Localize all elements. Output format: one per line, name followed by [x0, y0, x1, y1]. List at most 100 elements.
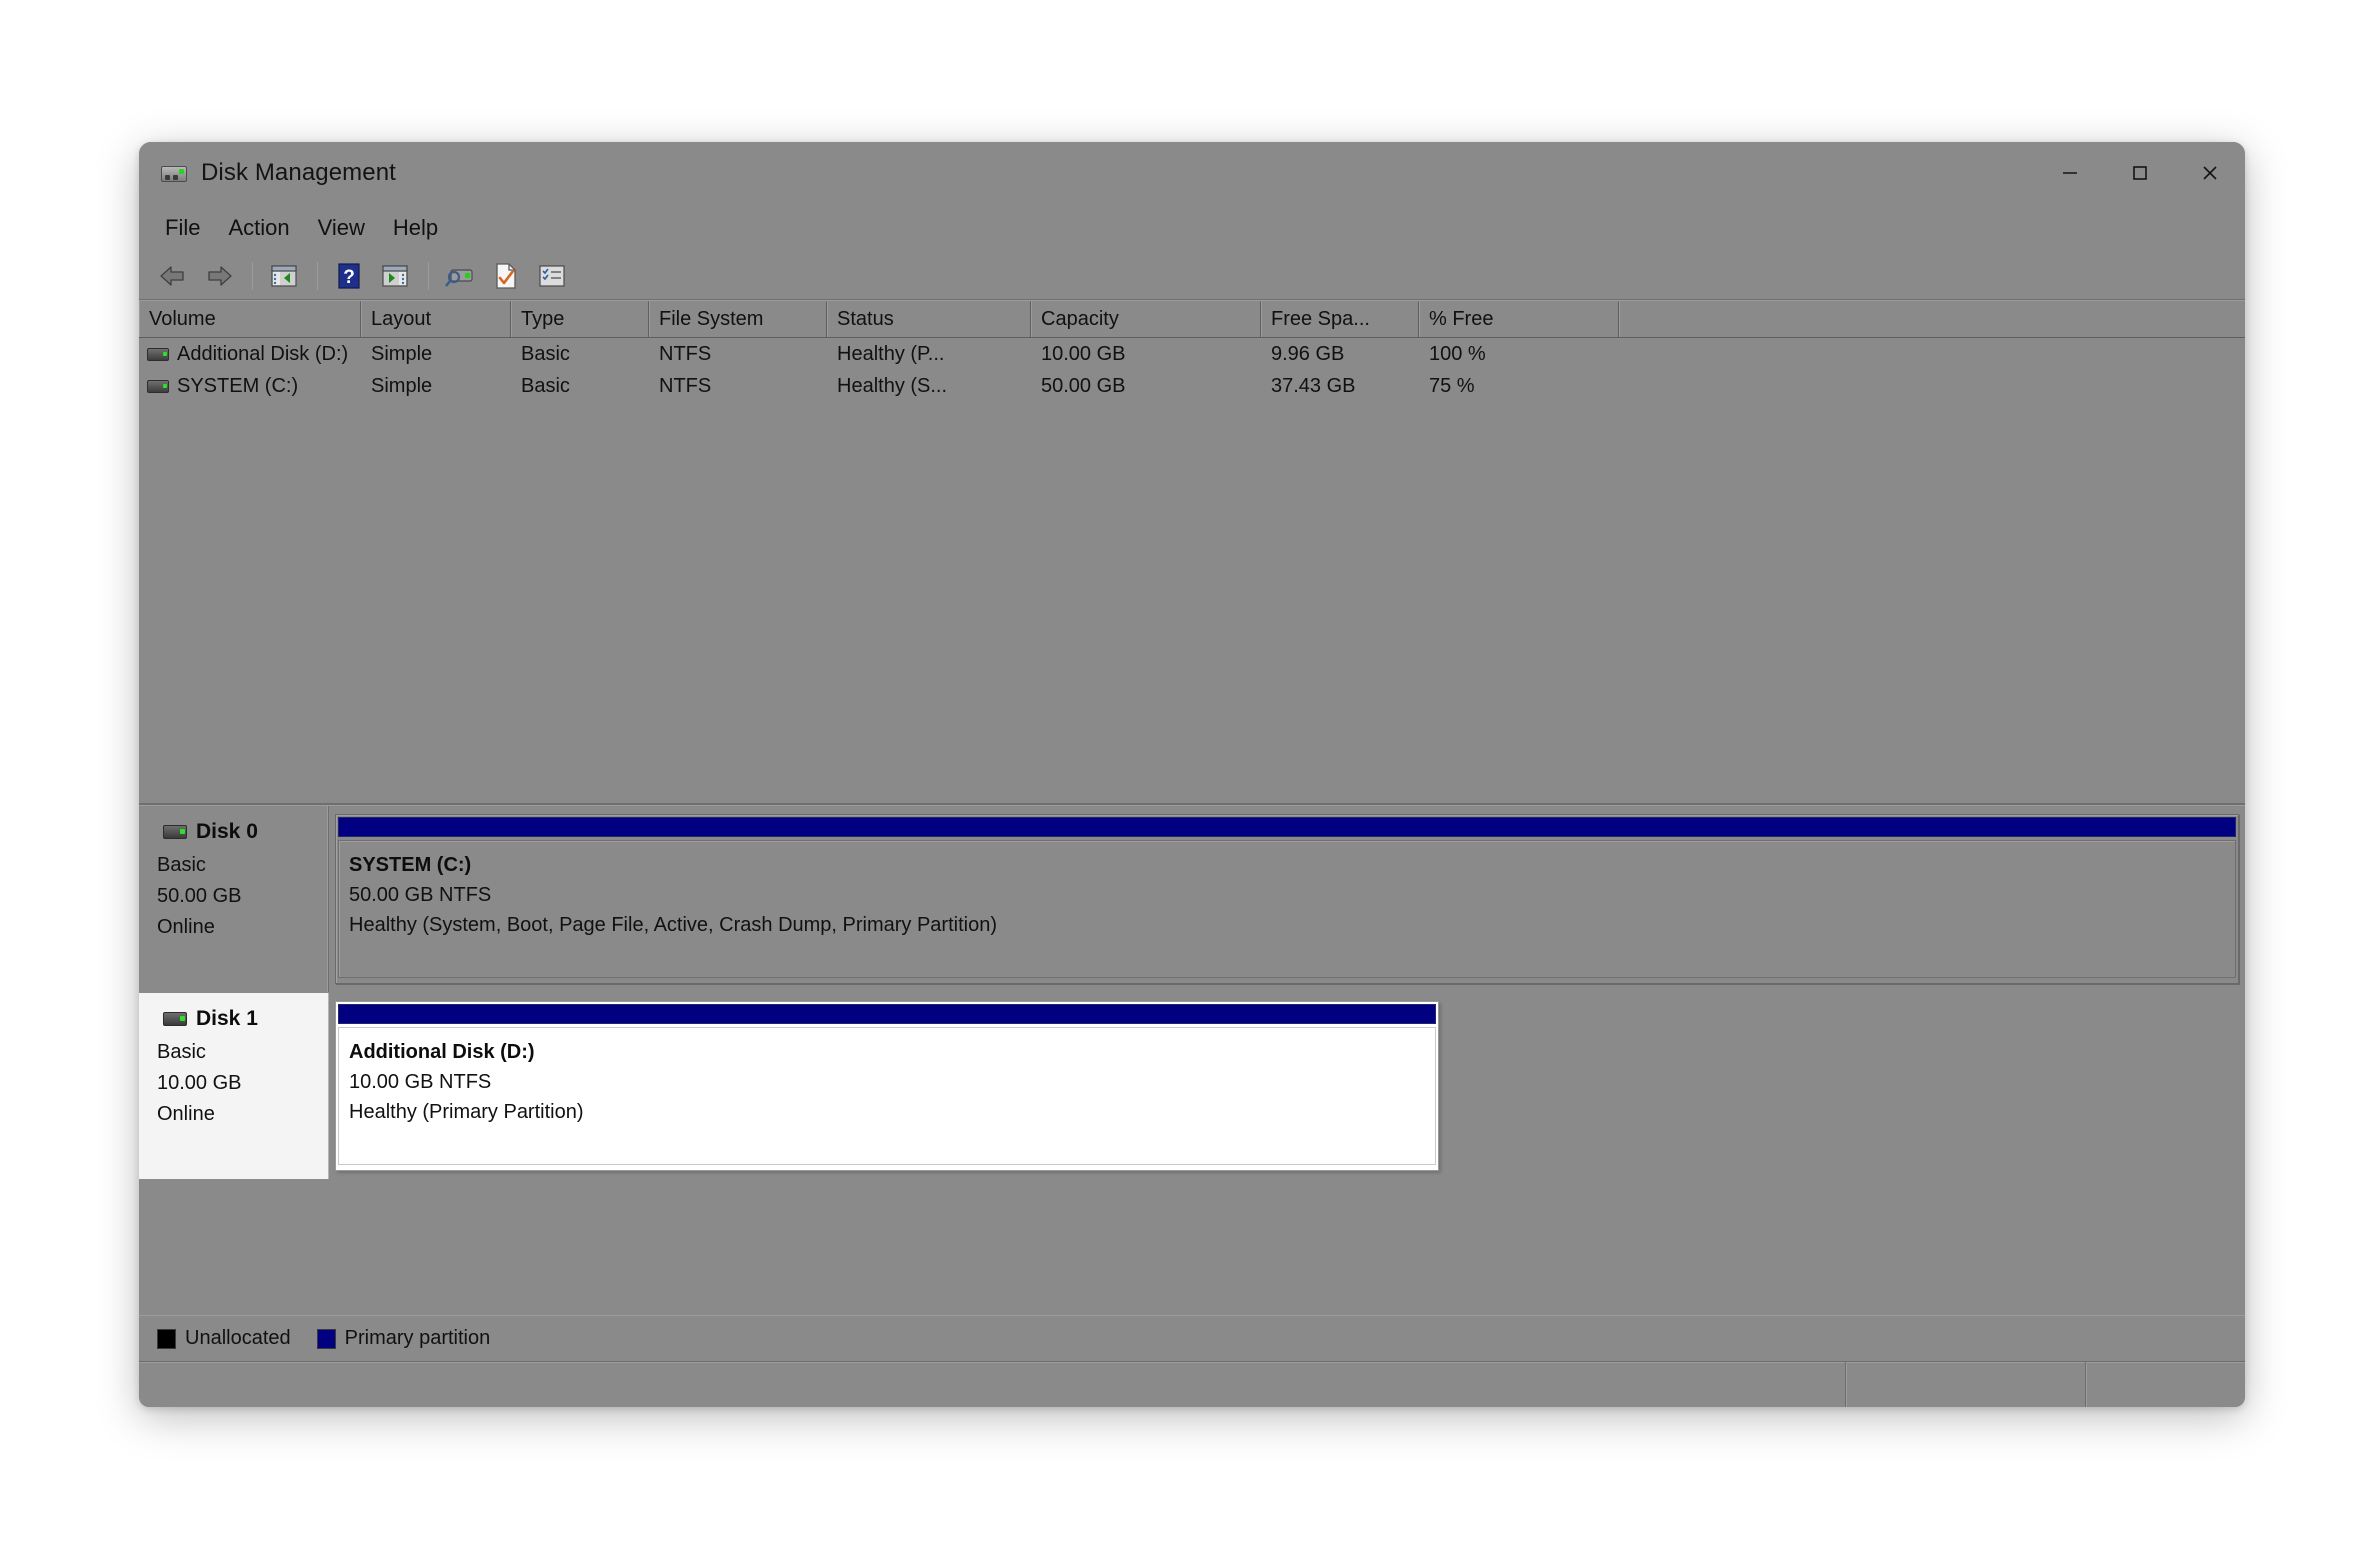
maximize-button[interactable] [2105, 142, 2175, 204]
status-bar-segment-2 [2085, 1362, 2245, 1407]
disk-row-1[interactable]: Disk 1 Basic 10.00 GB Online Additional … [139, 993, 2245, 1179]
window-controls [2035, 142, 2245, 204]
volume-list-headers: Volume Layout Type File System Status Ca… [139, 300, 2245, 338]
screen: Disk Management File Action View Help [0, 0, 2364, 1550]
graphical-view-pane: Disk 0 Basic 50.00 GB Online SYSTEM (C:)… [139, 805, 2245, 1361]
disk-1-partitions: Additional Disk (D:) 10.00 GB NTFS Healt… [329, 993, 2245, 1179]
table-row[interactable]: Additional Disk (D:) Simple Basic NTFS H… [139, 338, 2245, 370]
cell-type: Basic [511, 343, 649, 366]
menu-action[interactable]: Action [214, 210, 303, 246]
volume-drive-icon [147, 348, 169, 361]
help-question-icon[interactable]: ? [327, 256, 371, 296]
table-row[interactable]: SYSTEM (C:) Simple Basic NTFS Healthy (S… [139, 370, 2245, 402]
properties-icon[interactable] [484, 256, 528, 296]
cell-capacity: 50.00 GB [1031, 375, 1261, 398]
disk-type-label: Basic [157, 850, 328, 881]
cell-file-system: NTFS [649, 343, 827, 366]
cell-layout: Simple [361, 343, 511, 366]
toolbar-separator-3 [428, 262, 429, 290]
disk-name-label: Disk 0 [196, 820, 258, 844]
disk-status-label: Online [157, 1099, 328, 1130]
volume-list-pane: Volume Layout Type File System Status Ca… [139, 300, 2245, 805]
cell-percent-free: 100 % [1419, 343, 1619, 366]
toolbar-separator [252, 262, 253, 290]
legend-label-primary: Primary partition [345, 1327, 491, 1350]
partition-status: Healthy (Primary Partition) [349, 1097, 1435, 1127]
disk-row-0[interactable]: Disk 0 Basic 50.00 GB Online SYSTEM (C:)… [139, 806, 2245, 992]
legend-swatch-primary [317, 1329, 336, 1349]
partition-name: SYSTEM (C:) [349, 850, 2235, 880]
column-header-free-space[interactable]: Free Spa... [1261, 301, 1419, 337]
legend-item-unallocated: Unallocated [157, 1327, 291, 1350]
partition-name: Additional Disk (D:) [349, 1037, 1435, 1067]
status-bar-segment-1 [1845, 1362, 2085, 1407]
toolbar: ? [139, 252, 2245, 300]
cell-volume-label: SYSTEM (C:) [177, 375, 298, 398]
status-bar [139, 1361, 2245, 1407]
disk-type-label: Basic [157, 1037, 328, 1068]
cell-layout: Simple [361, 375, 511, 398]
svg-text:?: ? [343, 267, 355, 288]
cell-status: Healthy (S... [827, 375, 1031, 398]
column-header-layout[interactable]: Layout [361, 301, 511, 337]
partition-details: Additional Disk (D:) 10.00 GB NTFS Healt… [338, 1027, 1436, 1165]
cell-file-system: NTFS [649, 375, 827, 398]
show-hide-console-tree-icon[interactable] [262, 256, 306, 296]
rescan-disks-icon[interactable] [438, 256, 482, 296]
disk-management-icon [161, 162, 187, 184]
partition-additional-disk-d[interactable]: Additional Disk (D:) 10.00 GB NTFS Healt… [335, 1001, 1439, 1171]
disk-status-label: Online [157, 912, 328, 943]
column-header-capacity[interactable]: Capacity [1031, 301, 1261, 337]
menu-file[interactable]: File [151, 210, 214, 246]
cell-capacity: 10.00 GB [1031, 343, 1261, 366]
cell-percent-free: 75 % [1419, 375, 1619, 398]
help-topics-icon[interactable] [530, 256, 574, 296]
show-hide-action-pane-icon[interactable] [373, 256, 417, 296]
disk-capacity-label: 50.00 GB [157, 881, 328, 912]
disk-drive-icon [163, 1012, 187, 1026]
column-header-percent-free[interactable]: % Free [1419, 301, 1619, 337]
menu-help[interactable]: Help [379, 210, 452, 246]
legend-swatch-unallocated [157, 1329, 176, 1349]
status-bar-message [139, 1362, 1845, 1407]
partition-details: SYSTEM (C:) 50.00 GB NTFS Healthy (Syste… [338, 840, 2236, 978]
toolbar-separator-2 [317, 262, 318, 290]
column-header-filler [1619, 301, 2245, 337]
menu-bar: File Action View Help [139, 204, 2245, 252]
partition-size-fs: 50.00 GB NTFS [349, 880, 2235, 910]
cell-volume: SYSTEM (C:) [139, 375, 361, 398]
partition-size-fs: 10.00 GB NTFS [349, 1067, 1435, 1097]
disk-capacity-label: 10.00 GB [157, 1068, 328, 1099]
column-header-file-system[interactable]: File System [649, 301, 827, 337]
disk-management-window: Disk Management File Action View Help [139, 142, 2245, 1407]
partition-color-bar [338, 817, 2236, 837]
partition-status: Healthy (System, Boot, Page File, Active… [349, 910, 2235, 940]
disk-0-partitions: SYSTEM (C:) 50.00 GB NTFS Healthy (Syste… [329, 806, 2245, 992]
legend-item-primary-partition: Primary partition [317, 1327, 491, 1350]
minimize-button[interactable] [2035, 142, 2105, 204]
cell-volume-label: Additional Disk (D:) [177, 343, 348, 366]
cell-type: Basic [511, 375, 649, 398]
volume-list-rows: Additional Disk (D:) Simple Basic NTFS H… [139, 338, 2245, 803]
disk-name-label: Disk 1 [196, 1007, 258, 1031]
forward-arrow-icon[interactable] [197, 256, 241, 296]
window-title: Disk Management [201, 159, 396, 187]
disk-info-0[interactable]: Disk 0 Basic 50.00 GB Online [139, 806, 329, 992]
column-header-type[interactable]: Type [511, 301, 649, 337]
disk-info-1[interactable]: Disk 1 Basic 10.00 GB Online [139, 993, 329, 1179]
cell-free-space: 9.96 GB [1261, 343, 1419, 366]
back-arrow-icon[interactable] [151, 256, 195, 296]
title-bar[interactable]: Disk Management [139, 142, 2245, 204]
disk-title-1: Disk 1 [163, 1007, 328, 1031]
partition-system-c[interactable]: SYSTEM (C:) 50.00 GB NTFS Healthy (Syste… [335, 814, 2239, 984]
menu-view[interactable]: View [304, 210, 379, 246]
cell-volume: Additional Disk (D:) [139, 343, 361, 366]
legend-label-unallocated: Unallocated [185, 1327, 291, 1350]
close-button[interactable] [2175, 142, 2245, 204]
column-header-status[interactable]: Status [827, 301, 1031, 337]
cell-status: Healthy (P... [827, 343, 1031, 366]
column-header-volume[interactable]: Volume [139, 301, 361, 337]
volume-drive-icon [147, 380, 169, 393]
disk-title-0: Disk 0 [163, 820, 328, 844]
legend: Unallocated Primary partition [139, 1315, 2245, 1361]
